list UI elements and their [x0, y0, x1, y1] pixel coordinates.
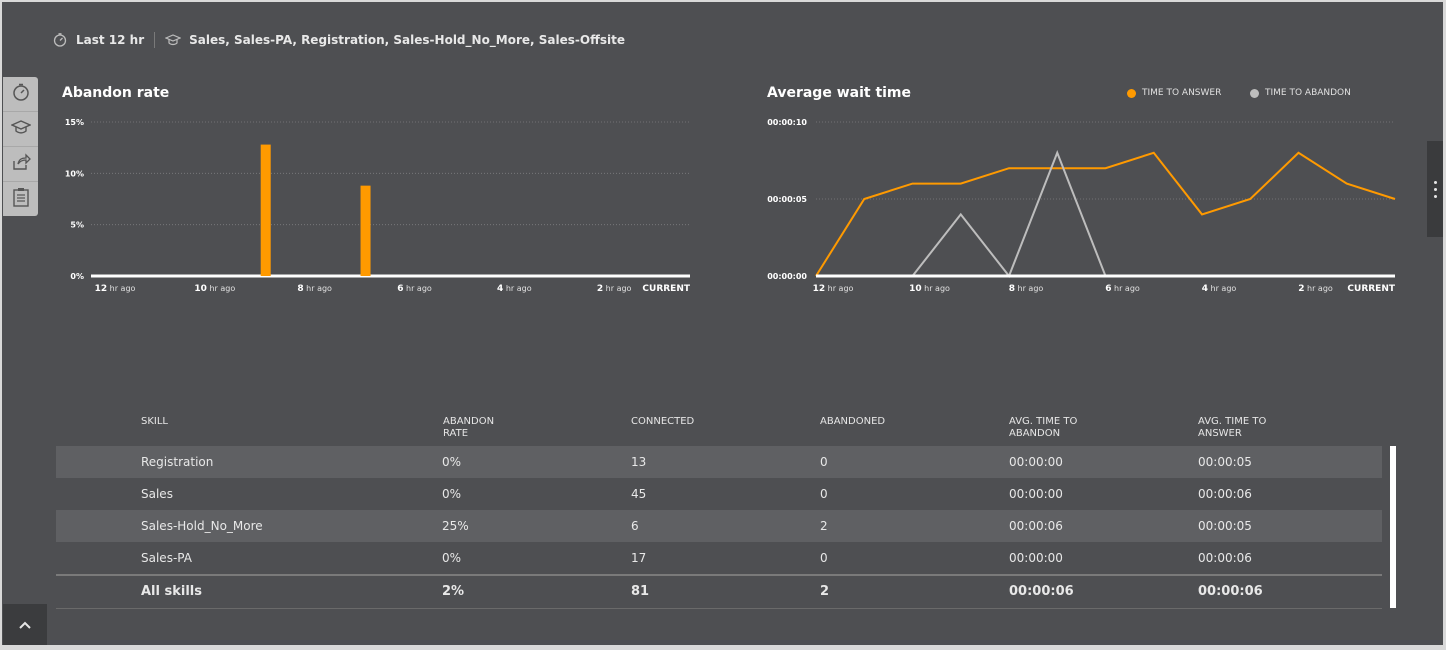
- x-tick-label: CURRENT: [1347, 284, 1395, 294]
- x-tick-label: 4 hr ago: [497, 284, 532, 294]
- table-row[interactable]: Registration 0% 13 0 00:00:00 00:00:05: [56, 446, 1382, 478]
- skills-table: Registration 0% 13 0 00:00:00 00:00:05 S…: [56, 446, 1382, 609]
- cell-connected: 45: [631, 487, 647, 501]
- legend-swatch-answer: [1127, 88, 1136, 98]
- x-tick-label: 12 hr ago: [95, 284, 136, 294]
- x-tick-label: 6 hr ago: [397, 284, 432, 294]
- table-row[interactable]: Sales-Hold_No_More 25% 6 2 00:00:06 00:0…: [56, 510, 1382, 542]
- time-to-answer-line: [815, 151, 1396, 277]
- cell-avg-answer: 00:00:05: [1198, 519, 1252, 533]
- col-header-abandon-rate[interactable]: ABANDON RATE: [443, 416, 563, 440]
- cell-abandon-rate: 0%: [442, 551, 462, 565]
- cell-abandon-rate-total: 2%: [442, 584, 465, 599]
- cell-avg-answer: 00:00:06: [1198, 487, 1252, 501]
- x-tick-label: 2 hr ago: [1298, 284, 1333, 294]
- table-header: SKILL ABANDON RATE CONNECTED ABANDONED AV…: [0, 416, 1446, 446]
- x-tick-label: 10 hr ago: [194, 284, 235, 294]
- cell-abandon-rate: 25%: [442, 519, 469, 533]
- cell-avg-answer: 00:00:05: [1198, 455, 1252, 469]
- cell-avg-abandon: 00:00:00: [1009, 455, 1063, 469]
- legend-time-to-answer: TIME TO ANSWER: [1127, 88, 1221, 98]
- window-frame-top: [0, 0, 1446, 2]
- cell-skill: Registration: [141, 455, 214, 469]
- bar: [260, 144, 271, 276]
- x-tick-label: 2 hr ago: [597, 284, 632, 294]
- time-to-abandon-line: [911, 150, 1107, 278]
- y-tick-label: 00:00:10: [767, 118, 807, 127]
- cell-skill: Sales-PA: [141, 551, 192, 565]
- x-tick-label: 12 hr ago: [813, 284, 854, 294]
- x-tick-label: 4 hr ago: [1202, 284, 1237, 294]
- y-tick-label: 00:00:05: [767, 195, 807, 204]
- cell-abandoned: 0: [820, 487, 828, 501]
- abandon-rate-title: Abandon rate: [62, 85, 170, 101]
- skills-filter[interactable]: Sales, Sales-PA, Registration, Sales-Hol…: [189, 33, 625, 47]
- table-row[interactable]: Sales-PA 0% 17 0 00:00:00 00:00:06: [56, 542, 1382, 574]
- cell-connected-total: 81: [631, 584, 650, 599]
- y-tick-label: 10%: [65, 169, 84, 178]
- window-frame-left: [0, 0, 2, 650]
- legend-swatch-abandon: [1250, 88, 1259, 98]
- cell-abandoned-total: 2: [820, 584, 830, 599]
- filter-bar: Last 12 hr Sales, Sales-PA, Registration…: [52, 31, 625, 49]
- col-header-avg-time-to-answer[interactable]: AVG. TIME TO ANSWER: [1198, 416, 1318, 440]
- col-header-connected[interactable]: CONNECTED: [631, 416, 751, 428]
- cell-abandoned: 2: [820, 519, 828, 533]
- stopwatch-button[interactable]: [3, 77, 38, 112]
- collapse-up-button[interactable]: [3, 604, 47, 645]
- col-header-abandoned[interactable]: ABANDONED: [820, 416, 940, 428]
- y-tick-label: 5%: [70, 221, 84, 230]
- cell-connected: 17: [631, 551, 647, 565]
- cell-abandon-rate: 0%: [442, 455, 462, 469]
- col-header-skill[interactable]: SKILL: [141, 416, 261, 428]
- x-tick-label: CURRENT: [642, 284, 690, 294]
- cell-abandoned: 0: [820, 455, 828, 469]
- x-tick-label: 6 hr ago: [1105, 284, 1140, 294]
- window-frame-bottom: [0, 645, 1446, 650]
- cell-connected: 13: [631, 455, 647, 469]
- x-tick-label: 10 hr ago: [909, 284, 950, 294]
- cell-abandon-rate: 0%: [442, 487, 462, 501]
- bar: [360, 185, 371, 276]
- stopwatch-icon: [11, 82, 31, 106]
- cell-avg-abandon-total: 00:00:06: [1009, 584, 1074, 599]
- legend-label-abandon: TIME TO ABANDON: [1265, 88, 1351, 98]
- y-tick-label: 00:00:00: [767, 272, 807, 281]
- x-tick-label: 8 hr ago: [1009, 284, 1044, 294]
- cell-avg-answer: 00:00:06: [1198, 551, 1252, 565]
- abandon-rate-chart: 0% 5% 10% 15% 12 hr ago 10 hr ago 8 hr ago 6 hr…: [65, 118, 691, 294]
- cell-avg-abandon: 00:00:00: [1009, 551, 1063, 565]
- y-tick-label: 15%: [65, 118, 84, 127]
- cell-skill-total: All skills: [141, 584, 202, 599]
- time-range-filter[interactable]: Last 12 hr: [76, 33, 144, 47]
- cell-skill: Sales-Hold_No_More: [141, 519, 263, 533]
- table-scrollbar[interactable]: [1390, 446, 1396, 608]
- cell-connected: 6: [631, 519, 639, 533]
- graduation-cap-icon: [165, 32, 182, 48]
- cell-skill: Sales: [141, 487, 173, 501]
- cell-avg-abandon: 00:00:00: [1009, 487, 1063, 501]
- average-wait-time-chart: 00:00:00 00:00:05 00:00:10 12 hr ago 10 hr a…: [767, 118, 1396, 294]
- table-row[interactable]: Sales 0% 45 0 00:00:00 00:00:06: [56, 478, 1382, 510]
- legend-time-to-abandon: TIME TO ABANDON: [1250, 88, 1351, 98]
- legend-label-answer: TIME TO ANSWER: [1142, 88, 1222, 98]
- stopwatch-icon: [52, 32, 68, 48]
- cell-abandoned: 0: [820, 551, 828, 565]
- y-tick-label: 0%: [70, 272, 84, 281]
- table-total-row: All skills 2% 81 2 00:00:06 00:00:06: [56, 574, 1382, 609]
- col-header-avg-time-to-abandon[interactable]: AVG. TIME TO ABANDON: [1009, 416, 1129, 440]
- chevron-up-icon: [18, 615, 32, 634]
- filter-divider: [154, 32, 156, 48]
- cell-avg-answer-total: 00:00:06: [1198, 584, 1263, 599]
- average-wait-time-title: Average wait time: [767, 85, 912, 101]
- cell-avg-abandon: 00:00:06: [1009, 519, 1063, 533]
- x-tick-label: 8 hr ago: [297, 284, 332, 294]
